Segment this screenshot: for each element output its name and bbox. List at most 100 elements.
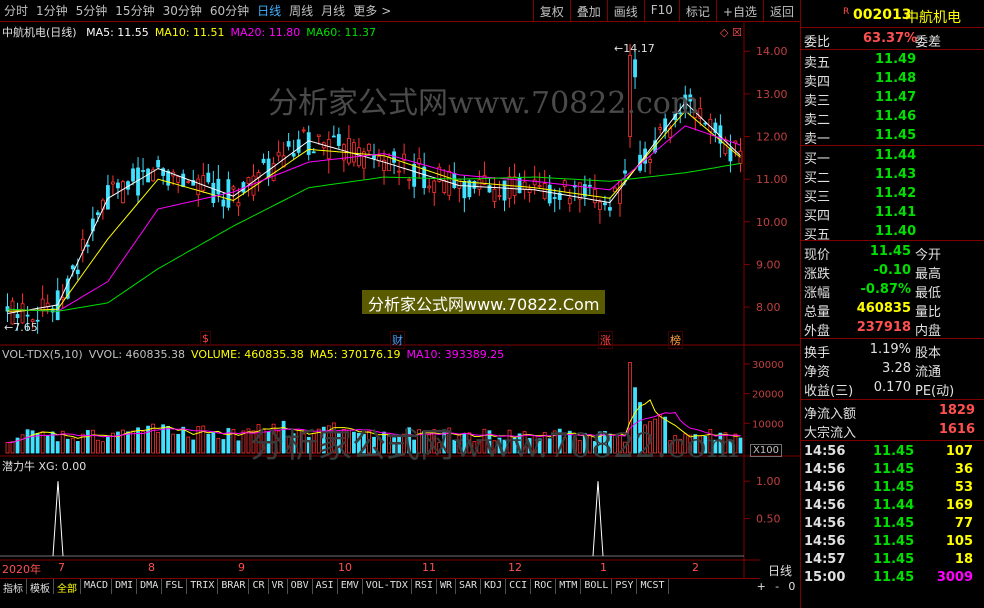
indicator-legend: 潜力牛 XG: 0.00 (2, 460, 87, 473)
stat-row-2: 收益(三) 0.170 PE(动) (804, 380, 955, 399)
indicator-tab-21[interactable]: MTM (556, 579, 582, 594)
volume-bar (201, 425, 206, 454)
indicator-tab-2[interactable]: 全部 (54, 579, 81, 595)
volume-bar (25, 429, 30, 454)
bid-row-4[interactable]: 买五 11.40 (801, 223, 984, 243)
candle-body (537, 185, 542, 187)
indicator-tab-18[interactable]: KDJ (481, 579, 507, 594)
candle-body (186, 181, 191, 184)
indicator-tab-12[interactable]: ASI (313, 579, 338, 594)
indicator-tab-22[interactable]: BOLL (581, 579, 613, 594)
candle-body (166, 170, 171, 186)
volume-bar (131, 430, 135, 454)
volume-bar (85, 430, 90, 454)
candle-body (336, 134, 341, 146)
volume-bar (10, 441, 15, 454)
indicator-tab-11[interactable]: OBV (288, 579, 313, 594)
indicator-tab-5[interactable]: DMA (137, 579, 163, 594)
vol-legend-4: MA10: 393389.25 (406, 348, 505, 361)
indicator-tab-7[interactable]: TRIX (187, 579, 219, 594)
candle-body (301, 129, 306, 132)
bid-row-3[interactable]: 买四 11.41 (801, 204, 984, 224)
price-tick-label-4: 12.00 (756, 131, 788, 144)
zoom-control-0[interactable]: + (757, 580, 766, 593)
volume-bar (181, 426, 186, 454)
zoom-control-2[interactable]: 0 (788, 580, 795, 593)
candle-body (221, 199, 226, 207)
candle-body (111, 181, 115, 185)
candle-body (532, 179, 537, 186)
indicator-tab-16[interactable]: WR (437, 579, 457, 594)
event-marker-1[interactable]: 财 (390, 331, 405, 349)
candle-body (141, 170, 145, 172)
event-marker-2[interactable]: 涨 (598, 331, 613, 349)
year-label: 2020年 (2, 563, 41, 576)
ask-price: 11.46 (875, 109, 917, 124)
indicator-tab-15[interactable]: RSI (412, 579, 437, 594)
volume-bar (126, 431, 130, 454)
event-marker-3[interactable]: 榜 (668, 331, 683, 349)
volume-bar (20, 434, 25, 454)
volume-bar (226, 428, 231, 454)
volume-bar (75, 441, 80, 454)
bid-row-0[interactable]: 买一 11.44 (801, 147, 984, 167)
stat-value: 3.28 (882, 361, 911, 376)
candle-body (658, 127, 663, 130)
candle-body (85, 244, 90, 247)
event-marker-0[interactable]: $ (200, 331, 211, 346)
candle-body (603, 202, 607, 206)
ask-row-3[interactable]: 卖二 11.46 (801, 108, 984, 128)
stock-header[interactable]: R 002013 中航机电 (801, 6, 984, 26)
candle-body (121, 181, 125, 204)
candle-body (70, 265, 75, 270)
ask-row-4[interactable]: 卖一 11.45 (801, 127, 984, 147)
indicator-tab-1[interactable]: 模板 (27, 579, 54, 595)
tick-time: 14:56 (804, 480, 846, 495)
candle-body (95, 212, 100, 215)
ask-label: 卖三 (804, 94, 831, 109)
ask-row-1[interactable]: 卖四 11.48 (801, 70, 984, 90)
candle-body (397, 170, 401, 173)
order-ratio-row: 委比 63.37% 委差 (804, 31, 942, 50)
indicator-tab-10[interactable]: VR (269, 579, 288, 594)
bid-price: 11.43 (875, 167, 917, 182)
indicator-tab-20[interactable]: ROC (531, 579, 557, 594)
candle-body (45, 302, 50, 307)
candle-body (462, 180, 467, 199)
bid-row-1[interactable]: 买二 11.43 (801, 166, 984, 186)
indicator-tab-24[interactable]: MCST (637, 579, 669, 594)
candle-body (75, 269, 80, 275)
indicator-tab-23[interactable]: PSY (612, 579, 638, 594)
indicator-tab-14[interactable]: VOL-TDX (363, 579, 412, 594)
ind-tick-label-0: 0.50 (756, 513, 781, 526)
indicator-tab-6[interactable]: FSL (162, 579, 188, 594)
tick-row-4: 14:56 11.45 77 (801, 515, 984, 533)
indicator-tab-3[interactable]: MACD (81, 579, 113, 594)
tick-price: 11.45 (873, 516, 915, 531)
indicator-tab-4[interactable]: DMI (112, 579, 138, 594)
ask-row-0[interactable]: 卖五 11.49 (801, 51, 984, 71)
vol-legend-0: VOL-TDX(5,10) (2, 348, 83, 361)
indicator-tab-8[interactable]: BRAR (218, 579, 250, 594)
xg-signal-spike-0 (52, 481, 64, 557)
zoom-control-1[interactable]: - (775, 580, 779, 593)
candle-body (407, 178, 412, 181)
candle-body (623, 170, 627, 174)
candle-body (40, 298, 45, 312)
tick-volume: 3009 (936, 570, 973, 585)
stat-value: 1.19% (869, 342, 911, 357)
candle-body (15, 314, 20, 319)
indicator-tab-17[interactable]: SAR (456, 579, 482, 594)
candle-body (467, 180, 472, 198)
month-label-7: 2 (692, 561, 699, 574)
tick-volume: 77 (954, 516, 973, 531)
indicator-tab-9[interactable]: CR (249, 579, 269, 594)
indicator-tab-0[interactable]: 指标 (0, 579, 27, 595)
ask-row-2[interactable]: 卖三 11.47 (801, 89, 984, 109)
tick-row-0: 14:56 11.45 107 (801, 443, 984, 461)
stat-row-0: 换手 1.19% 股本 (804, 342, 942, 361)
indicator-tab-19[interactable]: CCI (506, 579, 532, 594)
bid-row-2[interactable]: 买三 11.42 (801, 185, 984, 205)
watermark-text-2: 分析家公式网www.70822.com (250, 426, 739, 466)
indicator-tab-13[interactable]: EMV (338, 579, 363, 594)
